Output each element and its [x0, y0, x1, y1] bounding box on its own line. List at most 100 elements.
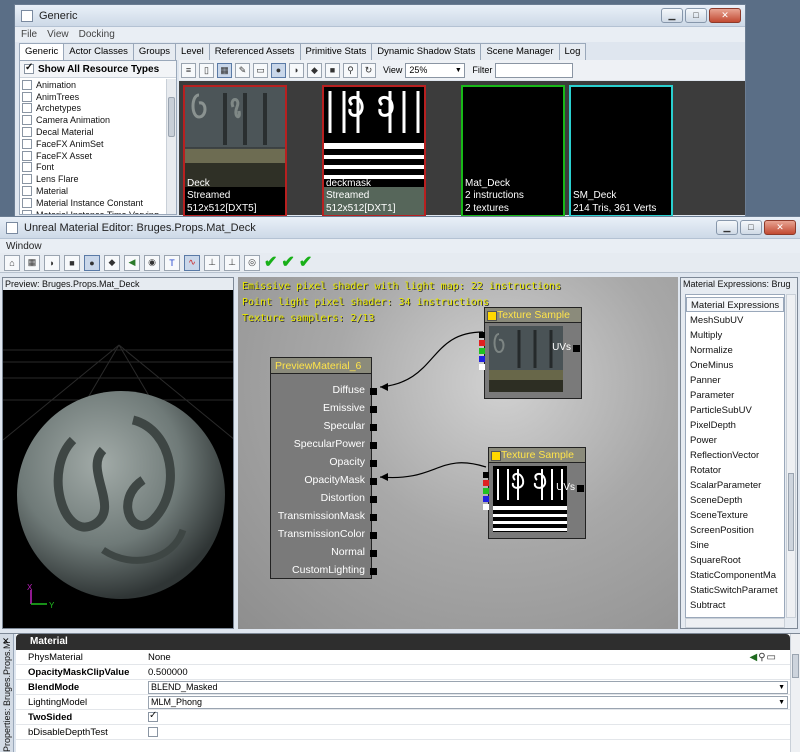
expression-item[interactable]: Subtract — [686, 598, 784, 613]
tab-actor-classes[interactable]: Actor Classes — [63, 43, 134, 60]
resource-type-checkbox[interactable] — [22, 103, 32, 114]
resource-type-item[interactable]: Font — [20, 162, 166, 174]
resource-type-checkbox[interactable] — [22, 115, 32, 126]
generic-titlebar[interactable]: Generic ▁ □ ✕ — [15, 5, 745, 27]
resource-type-item[interactable]: Archetypes — [20, 103, 166, 115]
properties-scrollbar[interactable] — [790, 634, 800, 752]
resource-type-item[interactable]: FaceFX AnimSet — [20, 138, 166, 150]
expression-item[interactable]: ParticleSubUV — [686, 403, 784, 418]
cylinder-primitive-icon[interactable]: ◗ — [289, 62, 304, 78]
resource-type-item[interactable]: AnimTrees — [20, 91, 166, 103]
list-view-icon[interactable]: ≡ — [181, 62, 196, 78]
refresh-icon[interactable]: ↻ — [361, 62, 376, 78]
pin-specular[interactable]: Specular — [324, 420, 378, 432]
resource-type-item[interactable]: Decal Material — [20, 126, 166, 138]
expression-item[interactable]: PixelDepth — [686, 418, 784, 433]
apply-check-icon[interactable]: ✔ — [264, 254, 277, 271]
menu-docking[interactable]: Docking — [79, 29, 115, 40]
maximize-button[interactable]: □ — [685, 8, 707, 23]
expression-item[interactable]: MeshSubUV — [686, 313, 784, 328]
resource-type-item[interactable]: FaceFX Asset — [20, 150, 166, 162]
show-all-checkbox[interactable] — [24, 62, 34, 74]
curve-icon[interactable]: ∿ — [184, 254, 200, 271]
resource-type-item[interactable]: Material Instance Constant — [20, 197, 166, 209]
browse-icon[interactable]: ⚲ — [758, 652, 765, 663]
expression-item[interactable]: Normalize — [686, 343, 784, 358]
resource-type-item[interactable]: Lens Flare — [20, 173, 166, 185]
minimize-button[interactable]: ▁ — [716, 220, 738, 235]
pin-opacity-mask[interactable]: OpacityMask — [304, 474, 377, 486]
property-value[interactable]: 0.500000 — [140, 667, 790, 678]
resource-type-item[interactable]: Animation — [20, 79, 166, 91]
use-selected-arrow-icon[interactable]: ◀ — [750, 652, 758, 663]
tab-primitive-stats[interactable]: Primitive Stats — [299, 43, 373, 60]
tag-icon[interactable]: ✎ — [235, 62, 250, 78]
expressions-horizontal-scrollbar[interactable] — [685, 618, 785, 628]
expression-item[interactable]: SceneTexture — [686, 508, 784, 523]
resource-type-checkbox[interactable] — [22, 186, 32, 197]
grid-icon[interactable]: ▦ — [24, 254, 40, 271]
expression-item[interactable]: Panner — [686, 373, 784, 388]
menu-file[interactable]: File — [21, 29, 37, 40]
menu-view[interactable]: View — [47, 29, 69, 40]
expression-item[interactable]: Rotator — [686, 463, 784, 478]
toggle-connectors-icon[interactable]: T — [164, 254, 180, 271]
resource-type-checkbox[interactable] — [22, 150, 32, 161]
tab-groups[interactable]: Groups — [132, 43, 177, 60]
pin-emissive[interactable]: Emissive — [323, 402, 378, 414]
zoom-select[interactable]: 25% ▼ — [405, 62, 466, 78]
property-value[interactable] — [140, 727, 790, 737]
pin-transmission-color[interactable]: TransmissionColor — [278, 528, 378, 540]
uvs-output-pin[interactable]: UVs — [556, 482, 584, 493]
globe-icon[interactable]: ◉ — [144, 254, 160, 271]
tab-level[interactable]: Level — [175, 43, 210, 60]
sphere-preview-icon[interactable]: ● — [84, 254, 100, 271]
pin-distortion[interactable]: Distortion — [321, 492, 378, 504]
grid-view-icon[interactable]: ▦ — [217, 62, 232, 78]
clean-check-icon[interactable]: ✔ — [281, 254, 294, 271]
close-button[interactable]: ✕ — [709, 8, 741, 23]
property-checkbox[interactable] — [148, 710, 158, 722]
cylinder-preview-icon[interactable]: ◗ — [44, 254, 60, 271]
expression-item[interactable]: Parameter — [686, 388, 784, 403]
back-arrow-icon[interactable]: ◀ — [124, 254, 140, 271]
pin-custom-lighting[interactable]: CustomLighting — [292, 564, 377, 576]
expression-item[interactable]: Power — [686, 433, 784, 448]
resource-type-checkbox[interactable] — [22, 79, 32, 90]
uvs-output-pin[interactable]: UVs — [552, 342, 580, 353]
menu-window[interactable]: Window — [6, 241, 42, 252]
property-value[interactable]: BLEND_Masked ▼ — [140, 680, 790, 694]
split-view-icon[interactable]: ▯ — [199, 62, 214, 78]
eye-icon[interactable]: ◎ — [244, 254, 260, 271]
resource-type-checkbox[interactable] — [22, 209, 32, 214]
sphere-primitive-icon[interactable]: ● — [271, 62, 286, 78]
compile-check-icon[interactable]: ✔ — [299, 254, 312, 271]
close-button[interactable]: ✕ — [764, 220, 796, 235]
show-all-toggle[interactable]: Show All Resource Types — [20, 61, 176, 78]
preview-viewport[interactable]: X Y — [3, 290, 233, 628]
pin-normal[interactable]: Normal — [331, 546, 377, 558]
resource-type-item[interactable]: Material — [20, 185, 166, 197]
property-value[interactable]: MLM_Phong ▼ — [140, 695, 790, 709]
tab-referenced-assets[interactable]: Referenced Assets — [208, 43, 301, 60]
pin-diffuse[interactable]: Diffuse — [333, 384, 377, 396]
property-combo[interactable]: MLM_Phong ▼ — [148, 695, 788, 709]
expression-item[interactable]: OneMinus — [686, 358, 784, 373]
expression-item[interactable]: SceneDepth — [686, 493, 784, 508]
resource-type-checkbox[interactable] — [22, 127, 32, 138]
editor-titlebar[interactable]: Unreal Material Editor: Bruges.Props.Mat… — [0, 217, 800, 239]
cube-primitive-icon[interactable]: ■ — [325, 62, 340, 78]
property-combo[interactable]: BLEND_Masked ▼ — [148, 680, 788, 694]
resource-type-checkbox[interactable] — [22, 197, 32, 208]
expressions-list-header[interactable]: Material Expressions — [686, 297, 784, 312]
texture-sample-node-deckmask[interactable]: Texture Sample UVs — [483, 447, 586, 539]
material-graph-canvas[interactable]: Emissive pixel shader with light map: 22… — [238, 277, 678, 629]
property-checkbox[interactable] — [148, 727, 158, 737]
clear-icon[interactable]: ▭ — [767, 652, 776, 663]
resource-type-item[interactable]: Camera Animation — [20, 114, 166, 126]
binoculars-icon[interactable]: ⚲ — [343, 62, 358, 78]
resource-type-checkbox[interactable] — [22, 91, 32, 102]
plane-primitive-icon[interactable]: ◆ — [307, 62, 322, 78]
preview-material-node[interactable]: PreviewMaterial_6 Diffuse Emissive Specu… — [270, 357, 378, 579]
tab-scene-manager[interactable]: Scene Manager — [480, 43, 560, 60]
